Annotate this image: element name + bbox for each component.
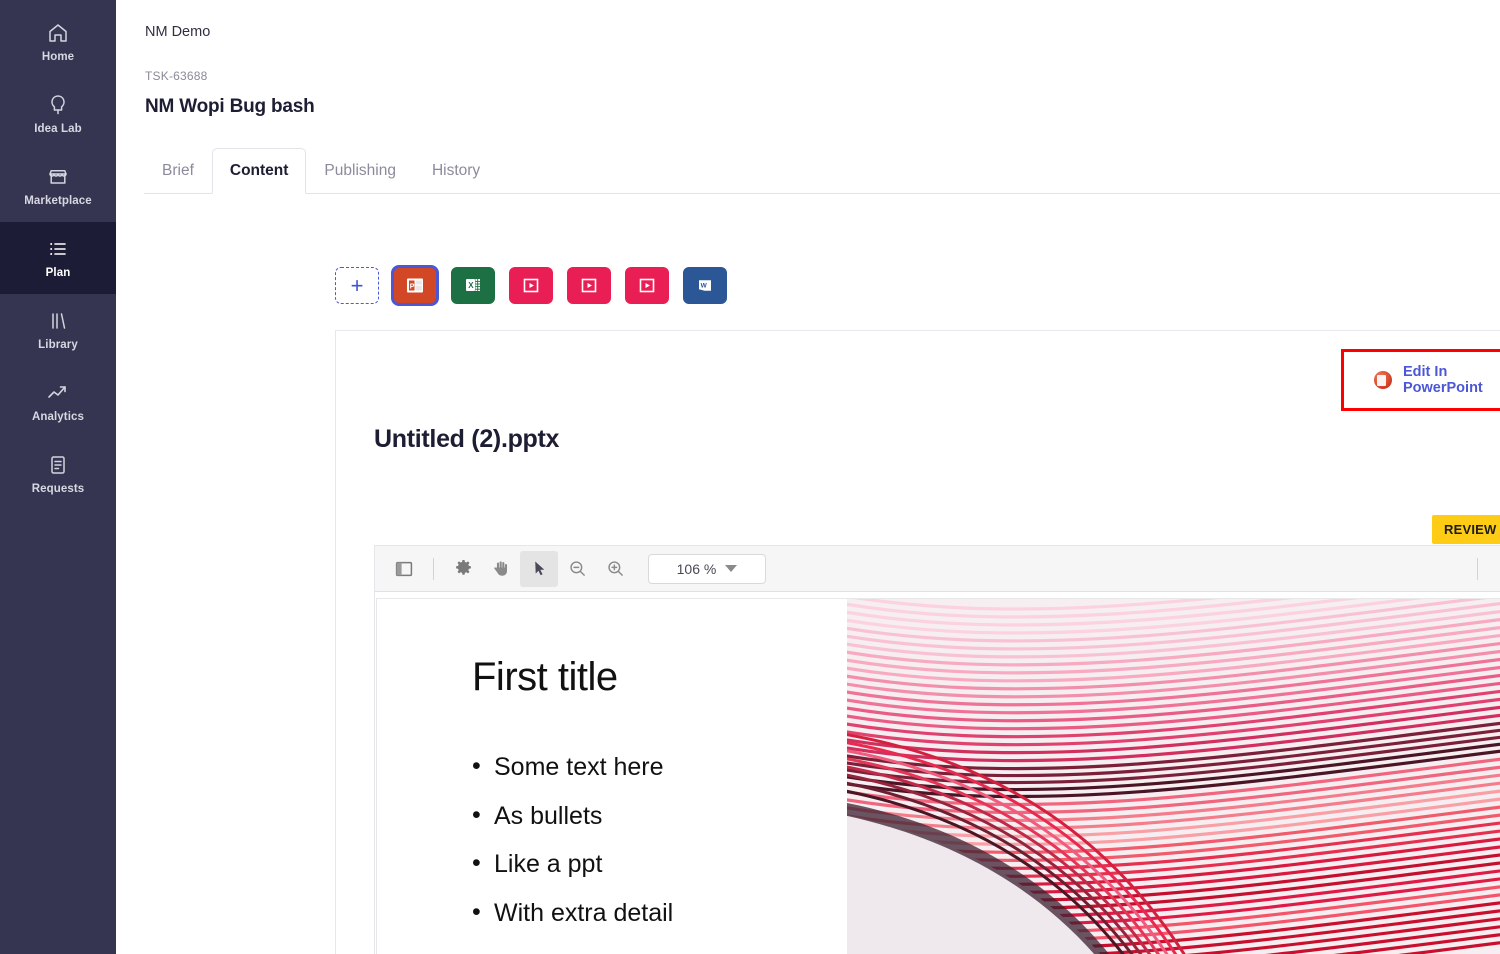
- attachment-video[interactable]: [509, 267, 553, 304]
- gear-icon[interactable]: [444, 551, 482, 587]
- sidebar-item-label: Idea Lab: [34, 122, 82, 135]
- slide-canvas[interactable]: First title Some text here As bullets Li…: [376, 598, 1500, 954]
- storefront-icon: [46, 165, 70, 189]
- home-icon: [46, 21, 70, 45]
- svg-text:P: P: [410, 283, 415, 290]
- zoom-out-icon[interactable]: [558, 551, 596, 587]
- slide-bullet: With extra detail: [472, 899, 847, 928]
- viewer-toolbar-right: [1467, 551, 1500, 587]
- edit-in-powerpoint-label: Edit In PowerPoint: [1403, 364, 1483, 396]
- slide-bullet: As bullets: [472, 802, 847, 831]
- hand-icon[interactable]: [482, 551, 520, 587]
- slide-area: First title Some text here As bullets Li…: [375, 592, 1500, 954]
- breadcrumb[interactable]: NM Demo: [145, 24, 210, 40]
- slide-bullet-list: Some text here As bullets Like a ppt Wit…: [472, 753, 847, 928]
- chevron-down-icon: [725, 565, 738, 572]
- content-card: Edit In PowerPoint Untitled (2).pptx REV…: [335, 330, 1500, 954]
- sidebar-item-analytics[interactable]: Analytics: [0, 366, 116, 438]
- sidebar-item-label: Requests: [31, 482, 85, 495]
- svg-text:X: X: [468, 281, 474, 290]
- attachment-video[interactable]: [625, 267, 669, 304]
- zoom-in-icon[interactable]: [596, 551, 634, 587]
- status-badge: REVIEW PENDING: [1432, 515, 1500, 544]
- sidebar-item-library[interactable]: Library: [0, 294, 116, 366]
- excel-file-icon: X: [462, 277, 484, 295]
- sidebar-item-label: Plan: [45, 266, 71, 279]
- primary-sidebar: Home Idea Lab Marketplace Plan Library A…: [0, 0, 116, 954]
- add-attachment-button[interactable]: +: [335, 267, 379, 304]
- video-file-icon: [578, 277, 600, 295]
- document-name: Untitled (2).pptx: [374, 425, 560, 453]
- powerpoint-file-icon: P: [404, 277, 426, 295]
- cursor-arrow-icon[interactable]: [520, 550, 558, 587]
- attachment-strip: + P X W: [335, 265, 727, 306]
- content-actions: Edit In PowerPoint: [1341, 349, 1500, 411]
- word-file-icon: W: [694, 277, 716, 295]
- tab-bar: Brief Content Publishing History: [144, 148, 1500, 194]
- slide-title: First title: [472, 655, 618, 699]
- tab-content[interactable]: Content: [211, 148, 307, 194]
- books-icon: [46, 309, 70, 333]
- panel-toggle-icon[interactable]: [385, 551, 423, 587]
- zoom-level-select[interactable]: 106 %: [648, 553, 766, 584]
- slide-text-pane: First title Some text here As bullets Li…: [377, 599, 847, 954]
- task-id: TSK-63688: [145, 69, 208, 83]
- sidebar-item-marketplace[interactable]: Marketplace: [0, 150, 116, 222]
- zoom-level-value: 106 %: [676, 560, 717, 577]
- toolbar-divider: [433, 557, 434, 580]
- toolbar-divider: [1477, 557, 1478, 580]
- viewer-toolbar: 106 %: [375, 546, 1500, 592]
- sidebar-item-label: Library: [38, 338, 78, 351]
- attachment-word[interactable]: W: [683, 267, 727, 304]
- lightbulb-icon: [46, 93, 70, 117]
- tab-publishing[interactable]: Publishing: [306, 148, 414, 193]
- powerpoint-app-icon: [1374, 371, 1392, 389]
- abstract-wave-lines-graphic: [847, 599, 1500, 954]
- sidebar-item-home[interactable]: Home: [0, 6, 116, 78]
- sidebar-item-label: Home: [41, 50, 75, 63]
- attachment-powerpoint[interactable]: P: [391, 265, 439, 306]
- attachment-video[interactable]: [567, 267, 611, 304]
- sidebar-item-label: Marketplace: [24, 194, 92, 207]
- trend-up-icon: [46, 381, 70, 405]
- sidebar-item-idea-lab[interactable]: Idea Lab: [0, 78, 116, 150]
- slide-bullet: Some text here: [472, 753, 847, 782]
- tab-brief[interactable]: Brief: [144, 148, 212, 193]
- plus-icon: +: [350, 272, 364, 298]
- video-file-icon: [520, 277, 542, 295]
- sidebar-item-plan[interactable]: Plan: [0, 222, 116, 294]
- slide-image: [847, 599, 1500, 954]
- sidebar-item-requests[interactable]: Requests: [0, 438, 116, 510]
- tab-history[interactable]: History: [414, 148, 498, 193]
- search-icon[interactable]: [1488, 551, 1500, 587]
- video-file-icon: [636, 277, 658, 295]
- main-content: NM Demo TSK-63688 NM Wopi Bug bash Brief…: [116, 0, 1500, 954]
- document-icon: [46, 453, 70, 477]
- slide-bullet: Like a ppt: [472, 850, 847, 879]
- attachment-excel[interactable]: X: [451, 267, 495, 304]
- svg-text:W: W: [701, 283, 708, 290]
- list-icon: [46, 237, 70, 261]
- page-title: NM Wopi Bug bash: [145, 96, 315, 117]
- document-viewer: 106 % First title • Some text here • As …: [374, 545, 1500, 954]
- edit-in-powerpoint-button[interactable]: Edit In PowerPoint: [1341, 349, 1500, 411]
- sidebar-item-label: Analytics: [31, 410, 85, 423]
